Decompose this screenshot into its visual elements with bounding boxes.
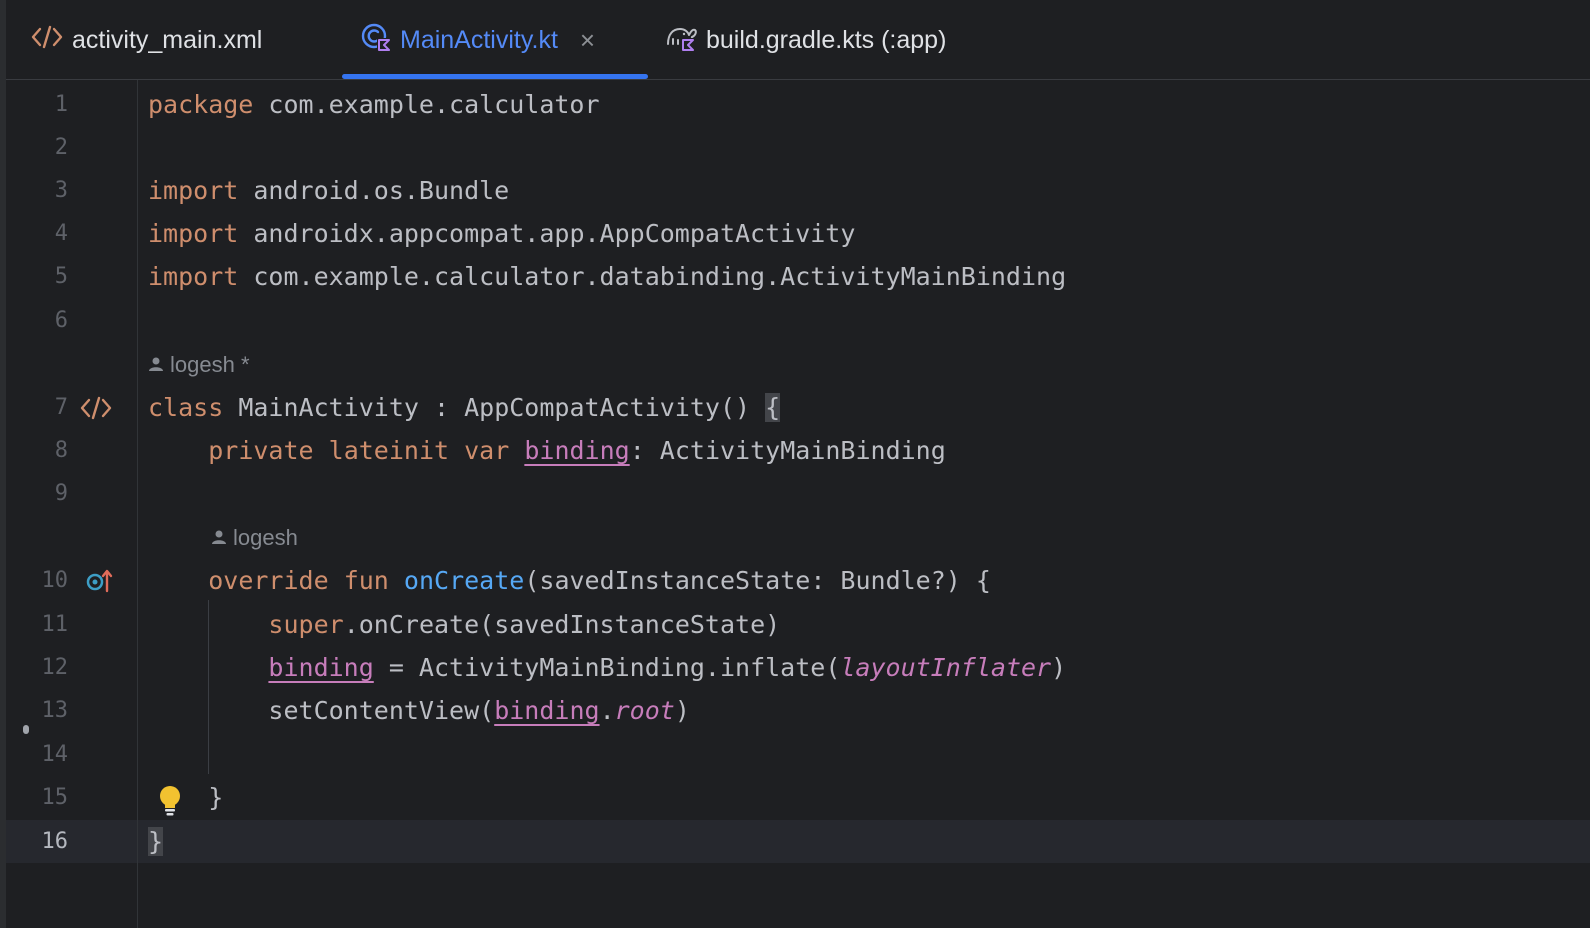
code-line-10[interactable]: override fun onCreate(savedInstanceState… (148, 559, 991, 602)
keyword: import (148, 262, 239, 291)
author-inlay-hint[interactable]: logesh (211, 516, 298, 559)
code-text: ) (674, 696, 690, 725)
keyword: lateinit (328, 436, 450, 465)
author-inlay-hint[interactable]: logesh * (148, 343, 250, 386)
code-text: } (208, 783, 224, 812)
line-number: 9 (54, 481, 68, 506)
line-number: 1 (54, 92, 68, 117)
tab-mainactivity-kt[interactable]: MainActivity.kt × (360, 0, 595, 80)
editor-tab-bar: activity_main.xml MainActivity.kt × buil… (6, 0, 1590, 80)
tab-activity-main-xml[interactable]: activity_main.xml (30, 0, 262, 80)
line-number: 10 (41, 568, 69, 593)
keyword: fun (343, 566, 389, 595)
line-number: 7 (54, 395, 68, 420)
person-icon (148, 343, 164, 386)
code-text: androidx.appcompat.app.AppCompatActivity (238, 219, 856, 248)
property-ref[interactable]: binding (524, 436, 629, 465)
line-number: 12 (41, 655, 69, 680)
extension-property[interactable]: root (615, 696, 675, 725)
keyword: import (148, 219, 239, 248)
code-line-3[interactable]: import android.os.Bundle (148, 169, 509, 212)
keyword: override (208, 566, 329, 595)
person-icon (211, 516, 227, 559)
line-number: 4 (54, 221, 68, 246)
current-line-number: 16 (41, 829, 69, 854)
line-number: 3 (54, 178, 68, 203)
code-text: android.os.Bundle (238, 176, 510, 205)
matched-brace: { (765, 393, 781, 422)
active-tab-indicator (342, 74, 648, 79)
kotlin-class-icon (360, 21, 392, 60)
close-icon[interactable]: × (580, 25, 595, 56)
code-text: = ActivityMainBinding.inflate( (373, 653, 841, 682)
line-number: 5 (54, 264, 68, 289)
gradle-icon (664, 22, 698, 59)
function-name[interactable]: onCreate (404, 566, 524, 595)
property-ref[interactable]: binding (268, 653, 373, 682)
code-text: ) (1051, 653, 1067, 682)
code-text: : ActivityMainBinding (629, 436, 946, 465)
code-text: com.example.calculator (253, 90, 600, 119)
keyword: private (208, 436, 314, 465)
tab-label: activity_main.xml (72, 25, 263, 54)
keyword: super (268, 610, 344, 639)
inlay-author: logesh (233, 525, 298, 550)
code-line-7[interactable]: class MainActivity : AppCompatActivity()… (148, 386, 781, 429)
code-text: . (599, 696, 615, 725)
tab-label: build.gradle.kts (:app) (706, 25, 947, 54)
code-text: com.example.calculator.databinding.Activ… (238, 262, 1067, 291)
line-number: 6 (54, 308, 68, 333)
property-ref[interactable]: binding (494, 696, 599, 725)
line-number: 8 (54, 438, 68, 463)
code-text: .onCreate(savedInstanceState) (343, 610, 781, 639)
tab-build-gradle-kts[interactable]: build.gradle.kts (:app) (664, 0, 946, 80)
keyword: import (148, 176, 239, 205)
code-editor[interactable]: 1 2 3 4 5 6 7 8 9 10 11 12 13 14 15 16 l… (6, 80, 1590, 928)
code-line-4[interactable]: import androidx.appcompat.app.AppCompatA… (148, 212, 855, 255)
matched-brace: } (148, 827, 164, 856)
code-line-15[interactable]: } (148, 776, 223, 819)
code-line-1[interactable]: package com.example.calculator (148, 83, 600, 126)
code-text: (savedInstanceState: Bundle?) { (524, 566, 991, 595)
keyword: class (148, 393, 224, 422)
tab-label: MainActivity.kt (400, 25, 558, 54)
gutter-divider (137, 80, 138, 928)
line-number: 14 (41, 742, 69, 767)
line-number: 13 (41, 698, 69, 723)
override-method-icon[interactable] (84, 566, 114, 596)
code-text: MainActivity : AppCompatActivity() (223, 393, 766, 422)
inlay-author: logesh * (170, 352, 250, 377)
line-number: 11 (41, 612, 69, 637)
code-line-16[interactable]: } (148, 820, 164, 863)
code-line-13[interactable]: setContentView(binding.root) (148, 689, 690, 732)
code-text: setContentView( (268, 696, 495, 725)
keyword: package (148, 90, 254, 119)
line-number: 15 (41, 785, 69, 810)
current-line-highlight (6, 820, 1590, 863)
keyword: var (464, 436, 510, 465)
code-line-12[interactable]: binding = ActivityMainBinding.inflate(la… (148, 646, 1066, 689)
code-line-8[interactable]: private lateinit var binding: ActivityMa… (148, 429, 946, 472)
xml-code-icon (30, 24, 64, 57)
xml-layout-icon[interactable] (78, 393, 114, 423)
line-number: 2 (54, 135, 68, 160)
code-line-11[interactable]: super.onCreate(savedInstanceState) (148, 603, 780, 646)
extension-property[interactable]: layoutInflater (840, 653, 1051, 682)
code-line-5[interactable]: import com.example.calculator.databindin… (148, 255, 1066, 298)
